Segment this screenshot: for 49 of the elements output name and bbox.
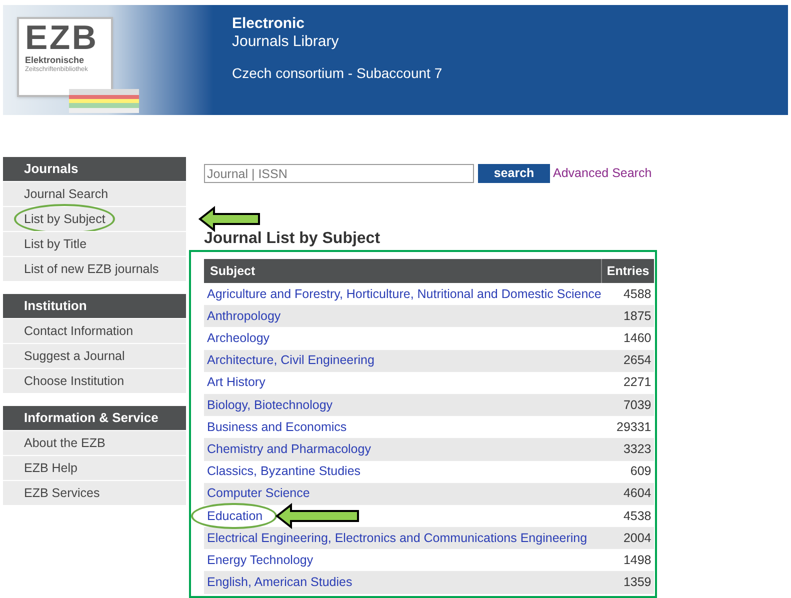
search-button[interactable]: search	[478, 164, 550, 183]
entries-cell: 1359	[601, 571, 654, 594]
subject-link[interactable]: Anthropology	[207, 308, 281, 323]
entries-cell: 2004	[601, 527, 654, 550]
entries-cell: 2654	[601, 350, 654, 372]
sidebar-link[interactable]: EZB Help	[3, 455, 186, 480]
subject-link[interactable]: Biology, Biotechnology	[207, 398, 333, 412]
entries-cell: 7039	[601, 394, 654, 416]
logo-text: Elektronische	[25, 55, 86, 66]
entries-cell: 609	[601, 460, 654, 483]
sidebar-link[interactable]: List by Title	[3, 231, 186, 256]
sidebar-link[interactable]: Contact Information	[3, 318, 186, 343]
site-subtitle: Journals Library	[232, 33, 340, 51]
logo-mark: EZB	[25, 21, 100, 55]
subject-link[interactable]: Agriculture and Forestry, Horticulture, Nutritional and Domestic Science	[207, 286, 602, 301]
entries-cell: 29331	[601, 416, 654, 438]
advanced-search-link[interactable]: Advanced Search	[553, 164, 652, 183]
entries-cell: 1875	[601, 305, 654, 328]
entries-cell-text: 1460	[622, 330, 652, 348]
subject-link[interactable]: Chemistry and Pharmacology	[207, 442, 371, 456]
subject-link[interactable]: Energy Technology	[207, 552, 314, 567]
site-title: Electronic	[232, 15, 306, 33]
entries-cell: 4588	[601, 283, 654, 306]
sidebar-link[interactable]: EZB Services	[3, 480, 186, 505]
entries-cell: 4604	[601, 482, 654, 505]
subject-link[interactable]: Art History	[207, 375, 266, 390]
account-name: Czech consortium - Subaccount 7	[232, 64, 442, 83]
entries-cell: 2271	[601, 372, 654, 394]
subject-link[interactable]: Electrical Engineering, Electronics and Communications Engineering	[207, 530, 588, 545]
subject-link[interactable]: English, American Studies	[207, 575, 352, 590]
sidebar-heading: Information & Service	[3, 406, 186, 430]
sidebar-link[interactable]: Suggest a Journal	[3, 343, 186, 368]
sidebar-heading: Journals	[3, 157, 186, 181]
sidebar-link[interactable]: Choose Institution	[3, 368, 186, 393]
subject-link[interactable]: Computer Science	[207, 486, 310, 500]
search-field[interactable]: Journal | ISSN	[204, 164, 474, 183]
sidebar-link[interactable]: Journal Search	[3, 181, 186, 206]
page-heading: Journal List by Subject	[204, 229, 382, 249]
subject-link[interactable]: Classics, Byzantine Studies	[207, 464, 361, 478]
subject-link[interactable]: Education	[207, 508, 263, 523]
sidebar-link[interactable]: About the EZB	[3, 430, 186, 455]
entries-cell: 3323	[601, 438, 654, 460]
sidebar-link[interactable]: List of new EZB journals	[3, 256, 186, 281]
subject-link[interactable]: Business and Economics	[207, 420, 347, 434]
subject-link[interactable]: Architecture, Civil Engineering	[207, 353, 374, 368]
sidebar-heading: Institution	[3, 294, 186, 318]
entries-cell: 4538	[601, 504, 654, 528]
entries-cell: 1498	[601, 549, 654, 572]
subject-link[interactable]: Archeology	[207, 331, 270, 346]
